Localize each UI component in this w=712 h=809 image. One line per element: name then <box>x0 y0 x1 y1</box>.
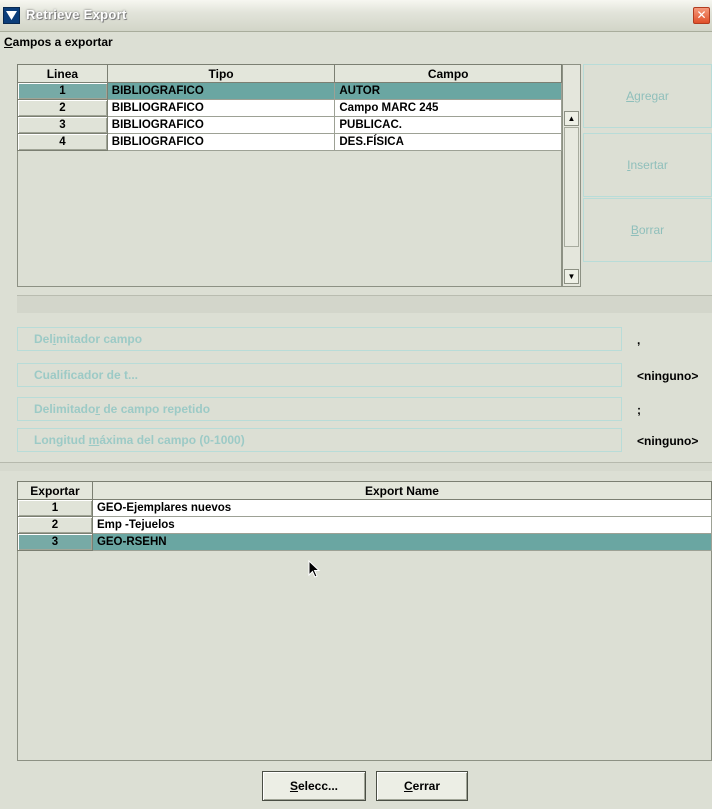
longitud-label-rest: áxima del campo (0-1000) <box>99 433 245 447</box>
borrar-button[interactable]: Borrar <box>583 198 712 262</box>
tipo-cell[interactable]: BIBLIOGRAFICO <box>106 116 336 134</box>
row-number[interactable]: 1 <box>17 499 93 517</box>
delimitador-repetido-row: Delimitador de campo repetido <box>17 397 622 421</box>
export-name-cell[interactable]: GEO-RSEHN <box>91 533 712 551</box>
longitud-label: Longitud <box>34 433 89 447</box>
window-title: Retrieve Export <box>26 7 127 22</box>
borrar-label: orrar <box>638 223 665 237</box>
row-number[interactable]: 3 <box>17 116 108 134</box>
column-header-exportar[interactable]: Exportar <box>17 481 93 500</box>
fields-section-label-mnemonic: C <box>4 35 13 49</box>
status-strip <box>17 295 712 313</box>
cualificador-label: Cualificador de t... <box>34 368 139 382</box>
delimitador-repetido-label-rest: de campo repetido <box>100 402 211 416</box>
row-number[interactable]: 2 <box>17 99 108 117</box>
cerrar-mnemonic: C <box>403 779 413 793</box>
tipo-cell[interactable]: BIBLIOGRAFICO <box>106 99 336 117</box>
insertar-label: nsertar <box>630 158 668 172</box>
mouse-cursor-icon <box>308 560 321 578</box>
column-header-linea[interactable]: Linea <box>17 64 108 83</box>
column-header-campo[interactable]: Campo <box>334 64 562 83</box>
selecc-mnemonic: S <box>289 779 298 793</box>
exports-table[interactable]: Exportar Export Name 1 GEO-Ejemplares nu… <box>17 481 712 551</box>
app-icon <box>3 7 20 24</box>
column-header-tipo[interactable]: Tipo <box>106 64 336 83</box>
scroll-down-arrow-icon[interactable]: ▼ <box>564 269 579 284</box>
agregar-button[interactable]: Agregar <box>583 64 712 128</box>
close-icon[interactable]: ✕ <box>693 7 710 24</box>
row-number[interactable]: 4 <box>17 133 108 151</box>
column-header-export-name[interactable]: Export Name <box>91 481 712 500</box>
scrollbar-thumb[interactable] <box>564 127 579 247</box>
delimitador-campo-label-rest: mitador campo <box>56 332 143 346</box>
borrar-mnemonic: B <box>630 223 639 237</box>
delimitador-campo-row: Delimitador campo <box>17 327 622 351</box>
campo-cell[interactable]: PUBLICAC. <box>334 116 562 134</box>
campo-cell[interactable]: AUTOR <box>334 82 562 100</box>
table-row[interactable]: 1 BIBLIOGRAFICO AUTOR <box>17 82 562 100</box>
campo-cell[interactable]: DES.FÍSICA <box>334 133 562 151</box>
row-number[interactable]: 2 <box>17 516 93 534</box>
tipo-cell[interactable]: BIBLIOGRAFICO <box>106 82 336 100</box>
table-row[interactable]: 2 BIBLIOGRAFICO Campo MARC 245 <box>17 99 562 117</box>
export-name-cell[interactable]: Emp -Tejuelos <box>91 516 712 534</box>
delimitador-repetido-label: Delimitado <box>34 402 96 416</box>
delimitador-campo-label: Del <box>34 332 53 346</box>
export-name-cell[interactable]: GEO-Ejemplares nuevos <box>91 499 712 517</box>
title-bar: Retrieve Export ✕ <box>0 0 712 32</box>
table-row[interactable]: 3 GEO-RSEHN <box>17 533 712 551</box>
longitud-row: Longitud máxima del campo (0-1000) <box>17 428 622 452</box>
agregar-mnemonic: A <box>626 89 635 103</box>
tipo-cell[interactable]: BIBLIOGRAFICO <box>106 133 336 151</box>
longitud-mnemonic: m <box>88 433 100 447</box>
cerrar-button[interactable]: Cerrar <box>376 771 468 801</box>
fields-table-header: Linea Tipo Campo <box>17 64 562 83</box>
selecc-button[interactable]: Selecc... <box>262 771 366 801</box>
selecc-label: elecc... <box>297 779 339 793</box>
fields-table[interactable]: Linea Tipo Campo 1 BIBLIOGRAFICO AUTOR 2… <box>17 64 562 151</box>
fields-section-label-text: ampos a exportar <box>12 35 113 49</box>
fields-section-label: Campos a exportar <box>4 35 113 49</box>
delimitador-repetido-value[interactable]: ; <box>637 403 641 417</box>
longitud-value[interactable]: <ninguno> <box>637 434 698 448</box>
exports-table-header: Exportar Export Name <box>17 481 712 500</box>
section-divider <box>0 462 712 471</box>
table-row[interactable]: 2 Emp -Tejuelos <box>17 516 712 534</box>
insertar-button[interactable]: Insertar <box>583 133 712 197</box>
table-row[interactable]: 1 GEO-Ejemplares nuevos <box>17 499 712 517</box>
delimitador-campo-value[interactable]: , <box>637 333 640 347</box>
row-number[interactable]: 3 <box>17 533 93 551</box>
cualificador-value[interactable]: <ninguno> <box>637 369 698 383</box>
row-number[interactable]: 1 <box>17 82 108 100</box>
fields-vertical-scrollbar[interactable]: ▲ ▼ <box>562 64 581 287</box>
table-row[interactable]: 3 BIBLIOGRAFICO PUBLICAC. <box>17 116 562 134</box>
cualificador-row: Cualificador de t... <box>17 363 622 387</box>
campo-cell[interactable]: Campo MARC 245 <box>334 99 562 117</box>
table-row[interactable]: 4 BIBLIOGRAFICO DES.FÍSICA <box>17 133 562 151</box>
cerrar-label: errar <box>412 779 441 793</box>
agregar-label: gregar <box>634 89 669 103</box>
scroll-up-arrow-icon[interactable]: ▲ <box>564 111 579 126</box>
